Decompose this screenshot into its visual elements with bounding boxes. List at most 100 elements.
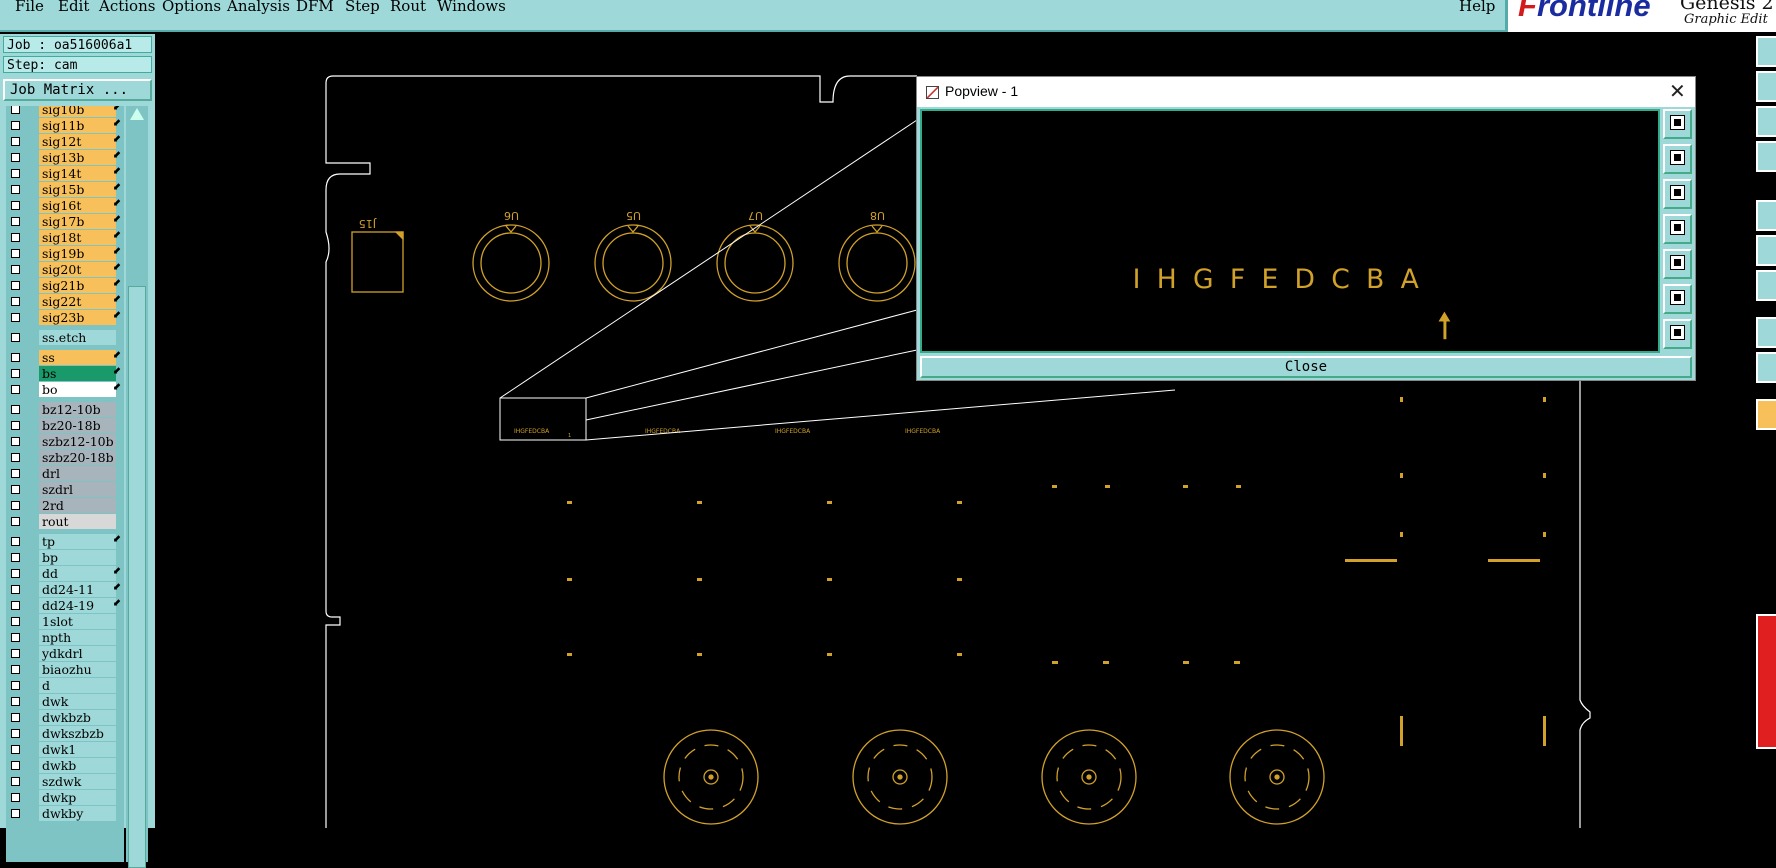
right-tool-4[interactable]: [1756, 141, 1776, 172]
layer-name[interactable]: szdwk: [39, 774, 116, 789]
layer-checkbox[interactable]: [11, 453, 20, 462]
right-tool-8[interactable]: [1756, 317, 1776, 348]
layer-checkbox[interactable]: [11, 421, 20, 430]
right-tool-6[interactable]: [1756, 235, 1776, 266]
layer-checkbox[interactable]: [11, 313, 20, 322]
layer-row[interactable]: sig18t ⬋: [6, 230, 124, 246]
layer-name[interactable]: dwk1: [39, 742, 116, 757]
menu-actions[interactable]: Actions: [99, 0, 155, 15]
layer-row[interactable]: dwkp: [6, 790, 124, 806]
layer-name[interactable]: rout: [39, 514, 116, 529]
layer-name[interactable]: bo: [39, 382, 116, 397]
layer-name[interactable]: sig14t: [39, 166, 116, 181]
layer-name[interactable]: ss: [39, 350, 116, 365]
menu-rout[interactable]: Rout: [390, 0, 426, 15]
layer-checkbox[interactable]: [11, 585, 20, 594]
menu-analysis[interactable]: Analysis: [227, 0, 290, 15]
layer-row[interactable]: npth: [6, 630, 124, 646]
layer-checkbox[interactable]: [11, 469, 20, 478]
layer-row[interactable]: sig21b ⬋: [6, 278, 124, 294]
layer-row[interactable]: dd24-19 ⬋: [6, 598, 124, 614]
layer-name[interactable]: bz12-10b: [39, 402, 116, 417]
layer-name[interactable]: sig18t: [39, 230, 116, 245]
layer-checkbox[interactable]: [11, 777, 20, 786]
layer-row[interactable]: 1slot: [6, 614, 124, 630]
layer-checkbox[interactable]: [11, 745, 20, 754]
layer-checkbox[interactable]: [11, 553, 20, 562]
layer-row[interactable]: sig19b ⬋: [6, 246, 124, 262]
pan-left-icon[interactable]: [1663, 214, 1692, 244]
menu-options[interactable]: Options: [162, 0, 221, 15]
layer-name[interactable]: sig13b: [39, 150, 116, 165]
layer-row[interactable]: 2rd: [6, 498, 124, 514]
layer-row[interactable]: ss.etch: [6, 330, 124, 346]
layer-checkbox[interactable]: [11, 713, 20, 722]
layer-name[interactable]: sig21b: [39, 278, 116, 293]
layer-checkbox[interactable]: [11, 281, 20, 290]
layer-checkbox[interactable]: [11, 649, 20, 658]
layer-name[interactable]: sig12t: [39, 134, 116, 149]
layer-name[interactable]: sig19b: [39, 246, 116, 261]
menu-file[interactable]: File: [15, 0, 44, 15]
popview-viewport[interactable]: I H G F E D C B A: [920, 109, 1660, 353]
layer-name[interactable]: sig23b: [39, 310, 116, 325]
right-tool-active[interactable]: [1756, 614, 1776, 749]
layer-checkbox[interactable]: [11, 185, 20, 194]
layer-row[interactable]: szbz20-18b: [6, 450, 124, 466]
layer-row[interactable]: sig16t ⬋: [6, 198, 124, 214]
layer-checkbox[interactable]: [11, 617, 20, 626]
layer-name[interactable]: biaozhu: [39, 662, 116, 677]
layer-row[interactable]: sig15b ⬋: [6, 182, 124, 198]
layer-checkbox[interactable]: [11, 517, 20, 526]
layer-name[interactable]: dwkby: [39, 806, 116, 821]
layer-name[interactable]: szdrl: [39, 482, 116, 497]
layer-row[interactable]: dwkb: [6, 758, 124, 774]
layer-row[interactable]: bo ⬋: [6, 382, 124, 398]
layer-row[interactable]: drl: [6, 466, 124, 482]
layer-row[interactable]: sig13b ⬋: [6, 150, 124, 166]
layer-row[interactable]: sig11b ⬋: [6, 118, 124, 134]
layer-name[interactable]: sig22t: [39, 294, 116, 309]
layer-name[interactable]: npth: [39, 630, 116, 645]
layer-name[interactable]: sig20t: [39, 262, 116, 277]
menu-help[interactable]: Help: [1459, 0, 1495, 15]
right-tool-5[interactable]: [1756, 200, 1776, 231]
layer-checkbox[interactable]: [11, 793, 20, 802]
layer-name[interactable]: dwkszbzb: [39, 726, 116, 741]
layer-name[interactable]: 2rd: [39, 498, 116, 513]
layer-checkbox[interactable]: [11, 106, 20, 114]
right-tool-9[interactable]: [1756, 352, 1776, 383]
layer-checkbox[interactable]: [11, 729, 20, 738]
layer-checkbox[interactable]: [11, 265, 20, 274]
layer-checkbox[interactable]: [11, 405, 20, 414]
zoom-home-icon[interactable]: [1663, 109, 1692, 139]
layer-checkbox[interactable]: [11, 137, 20, 146]
layer-row[interactable]: bp: [6, 550, 124, 566]
job-matrix-button[interactable]: Job Matrix ...: [3, 79, 152, 101]
menu-edit[interactable]: Edit: [58, 0, 89, 15]
layer-name[interactable]: 1slot: [39, 614, 116, 629]
layer-row[interactable]: ydkdrl: [6, 646, 124, 662]
right-tool-7[interactable]: [1756, 270, 1776, 301]
layer-row[interactable]: sig10b ⬋: [6, 106, 124, 118]
menu-step[interactable]: Step: [345, 0, 380, 15]
layer-name[interactable]: dwkb: [39, 758, 116, 773]
layer-checkbox[interactable]: [11, 501, 20, 510]
zoom-out-icon[interactable]: [1663, 179, 1692, 209]
layer-name[interactable]: bp: [39, 550, 116, 565]
layer-checkbox[interactable]: [11, 153, 20, 162]
layer-name[interactable]: dwkp: [39, 790, 116, 805]
layer-name[interactable]: tp: [39, 534, 116, 549]
layer-name[interactable]: dwkbzb: [39, 710, 116, 725]
layer-name[interactable]: sig17b: [39, 214, 116, 229]
zoom-in-icon[interactable]: [1663, 144, 1692, 174]
layer-row[interactable]: bz20-18b: [6, 418, 124, 434]
layer-row[interactable]: sig22t ⬋: [6, 294, 124, 310]
layer-checkbox[interactable]: [11, 437, 20, 446]
popview-titlebar[interactable]: Popview - 1 ✕: [917, 77, 1695, 107]
layer-row[interactable]: szdrl: [6, 482, 124, 498]
scroll-thumb[interactable]: [128, 286, 146, 868]
right-tool-1[interactable]: [1756, 36, 1776, 67]
layer-checkbox[interactable]: [11, 697, 20, 706]
layer-checkbox[interactable]: [11, 569, 20, 578]
